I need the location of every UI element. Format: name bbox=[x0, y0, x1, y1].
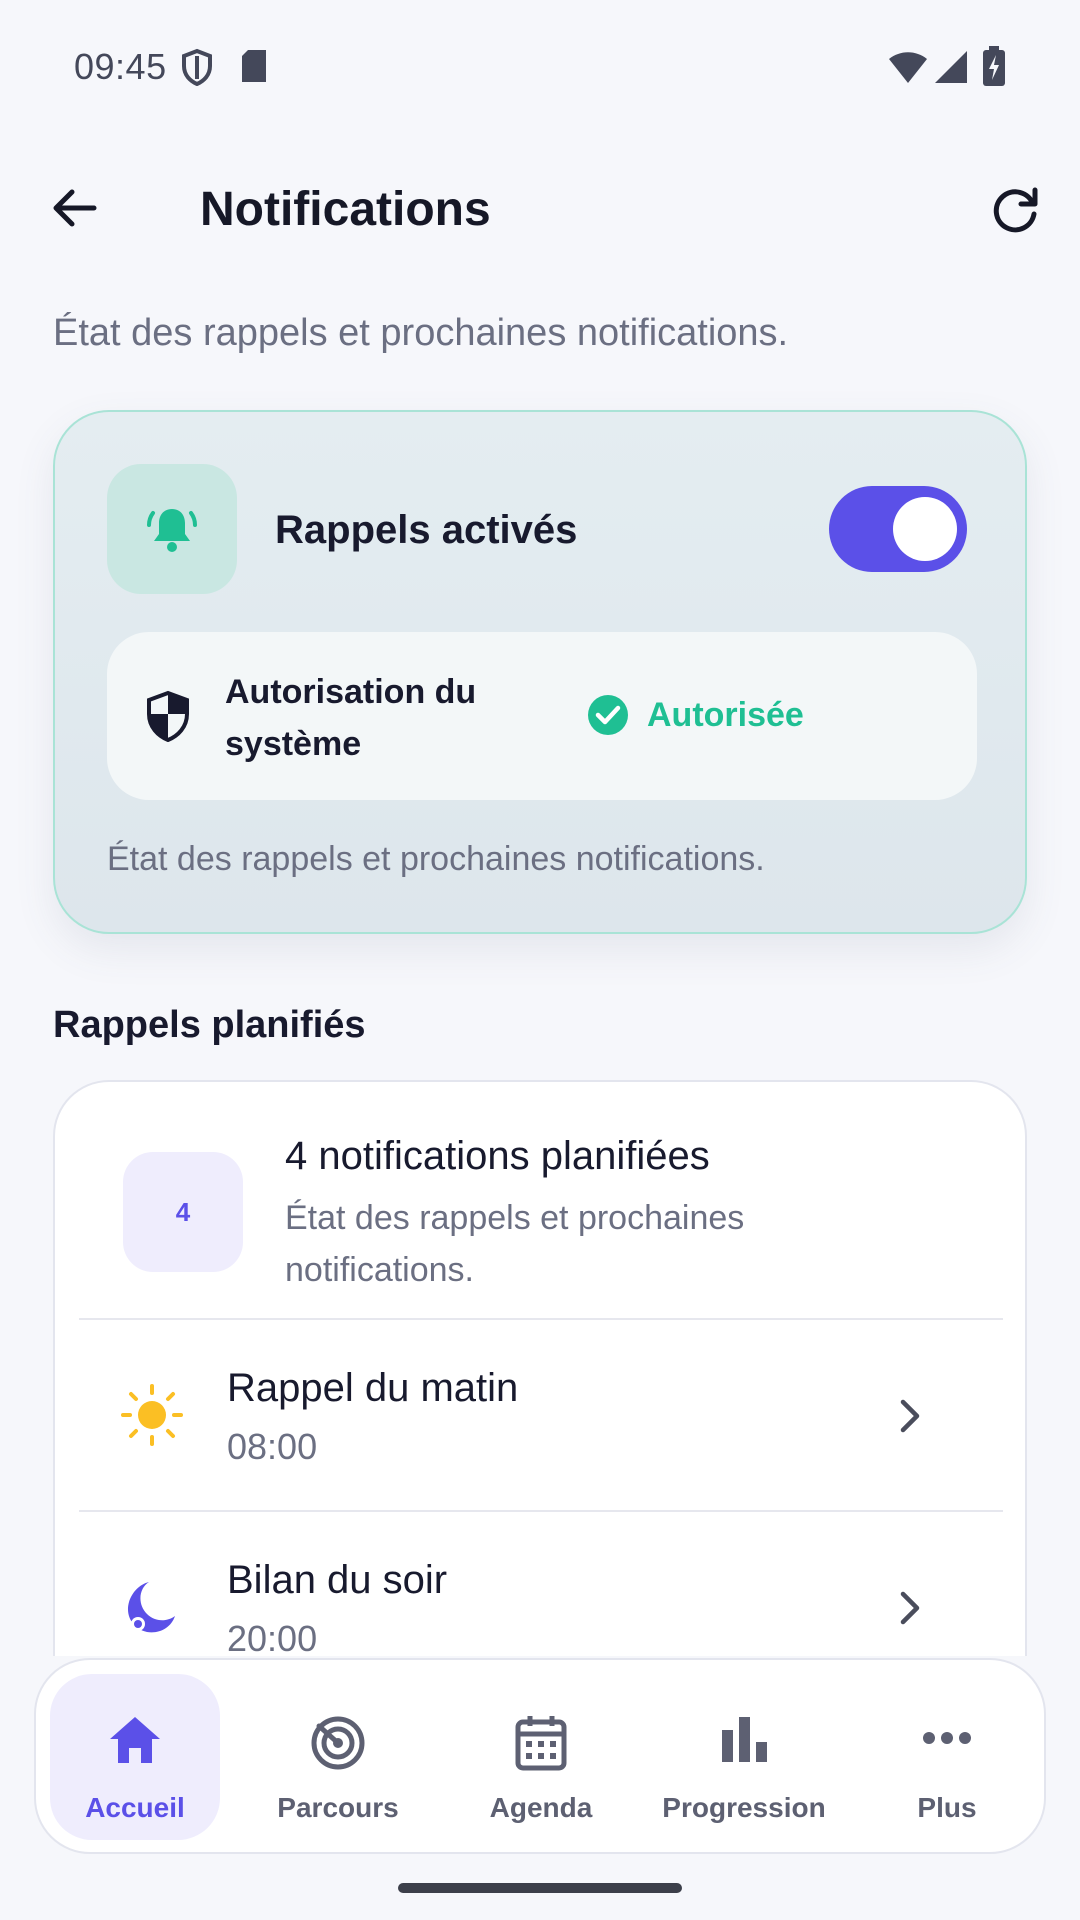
bar-chart-icon bbox=[719, 1714, 769, 1769]
nav-label: Progression bbox=[662, 1792, 826, 1823]
nav-label: Agenda bbox=[489, 1792, 593, 1823]
nav-item-more[interactable]: Plus bbox=[862, 1674, 1032, 1840]
item-time: 20:00 bbox=[227, 1618, 318, 1659]
system-permission-panel: Autorisation du système Autorisée bbox=[107, 632, 977, 800]
refresh-icon bbox=[993, 187, 1038, 233]
chevron-right-icon bbox=[895, 1588, 925, 1633]
calendar-icon bbox=[514, 1714, 568, 1777]
shield-icon bbox=[145, 690, 191, 747]
sun-icon bbox=[121, 1384, 183, 1451]
back-button[interactable] bbox=[46, 180, 102, 236]
bottom-navigation: Accueil Parcours Agenda Progression Plus bbox=[34, 1658, 1046, 1854]
more-icon bbox=[922, 1730, 972, 1751]
count-badge: 4 bbox=[123, 1152, 243, 1272]
reminders-card: Rappels activés Autorisation du système … bbox=[53, 410, 1027, 934]
toggle-knob bbox=[893, 497, 957, 561]
nav-item-progression[interactable]: Progression bbox=[659, 1674, 829, 1840]
chevron-right-icon bbox=[895, 1396, 925, 1441]
scheduled-summary: 4 4 notifications planifiées État des ra… bbox=[55, 1082, 1025, 1318]
nav-item-home[interactable]: Accueil bbox=[50, 1674, 220, 1840]
refresh-button[interactable] bbox=[988, 182, 1044, 238]
bell-icon bbox=[147, 509, 197, 552]
permission-label: Autorisation du système bbox=[225, 673, 477, 763]
nav-label: Parcours bbox=[277, 1792, 399, 1823]
status-bar: 09:45 bbox=[0, 0, 1080, 134]
permission-status: Autorisée bbox=[647, 696, 804, 734]
reminders-toggle[interactable] bbox=[829, 486, 967, 572]
home-icon bbox=[107, 1714, 163, 1771]
home-indicator[interactable] bbox=[398, 1883, 682, 1893]
nav-item-parcours[interactable]: Parcours bbox=[253, 1674, 423, 1840]
sd-card-icon bbox=[240, 48, 268, 89]
reminders-note: État des rappels et prochaines notificat… bbox=[107, 840, 765, 878]
status-time: 09:45 bbox=[74, 46, 167, 87]
section-title-scheduled: Rappels planifiés bbox=[53, 1004, 366, 1046]
shield-status-icon bbox=[180, 48, 214, 91]
list-item-morning-reminder[interactable]: Rappel du matin 08:00 bbox=[55, 1320, 1025, 1510]
battery-icon bbox=[982, 46, 1006, 91]
page-title: Notifications bbox=[200, 183, 491, 236]
moon-icon bbox=[121, 1576, 183, 1643]
reminders-label: Rappels activés bbox=[275, 508, 578, 552]
nav-label: Plus bbox=[917, 1792, 977, 1823]
arrow-left-icon bbox=[53, 189, 97, 227]
page-subtitle: État des rappels et prochaines notificat… bbox=[53, 312, 789, 354]
nav-label: Accueil bbox=[85, 1792, 185, 1823]
item-title: Bilan du soir bbox=[227, 1558, 448, 1602]
bell-icon-box bbox=[107, 464, 237, 594]
signal-icon bbox=[934, 50, 968, 89]
nav-item-agenda[interactable]: Agenda bbox=[456, 1674, 626, 1840]
count-subtitle: État des rappels et prochaines notificat… bbox=[285, 1199, 745, 1289]
item-title: Rappel du matin bbox=[227, 1366, 519, 1410]
wifi-icon bbox=[888, 50, 928, 89]
count-title: 4 notifications planifiées bbox=[285, 1134, 710, 1178]
item-time: 08:00 bbox=[227, 1426, 318, 1467]
check-circle-icon bbox=[587, 694, 629, 741]
target-icon bbox=[309, 1714, 367, 1777]
